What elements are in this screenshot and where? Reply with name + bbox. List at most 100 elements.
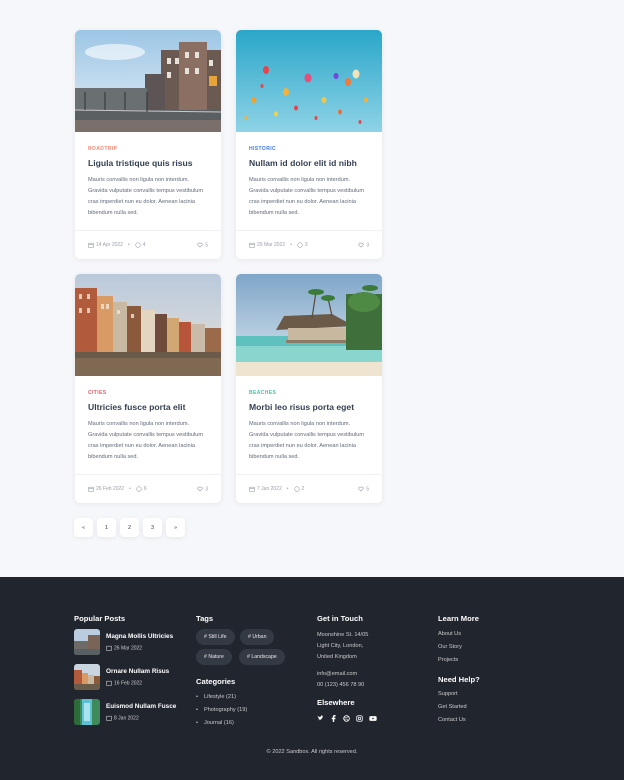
- comment-icon: [135, 242, 141, 248]
- popular-post-item[interactable]: Euismod Nullam Fusce 8 Jan 2022: [74, 699, 176, 725]
- tag-still-life[interactable]: # Still Life: [196, 629, 235, 645]
- email-link[interactable]: info@email.com: [317, 669, 357, 680]
- post-date: 29 Mar 2022: [257, 242, 286, 248]
- popular-post-title[interactable]: Magna Mollis Ultricies: [106, 633, 173, 641]
- comment-icon: [293, 486, 300, 492]
- footer-link-contact[interactable]: Contact Us: [438, 717, 466, 723]
- address-line: United Kingdom: [317, 654, 357, 660]
- pagination-prev-button[interactable]: «: [74, 518, 93, 537]
- calendar-icon: [106, 715, 112, 721]
- popular-post-thumb[interactable]: [74, 629, 100, 655]
- popular-post-title[interactable]: Euismod Nullam Fusce: [106, 703, 176, 711]
- post-card[interactable]: Beaches Morbi leo risus porta eget Mauri…: [236, 274, 382, 503]
- post-likes-count: 5: [366, 486, 369, 493]
- dribbble-icon[interactable]: [343, 715, 350, 722]
- popular-post-thumb[interactable]: [74, 664, 100, 690]
- post-card[interactable]: Historic Nullam id dolor elit id nibh Ma…: [236, 30, 382, 259]
- comment-icon: [136, 486, 142, 492]
- heart-icon: [358, 486, 364, 492]
- pagination-page-button[interactable]: 3: [143, 518, 162, 537]
- post-comments[interactable]: 6: [144, 486, 147, 492]
- post-excerpt: Mauris convallis non ligula non interdum…: [249, 177, 365, 216]
- footer-heading-categories: Categories: [196, 677, 236, 686]
- post-meta: 7 Jan 2022 • 2 5: [236, 474, 382, 503]
- tag-landscape[interactable]: # Landscape: [239, 649, 285, 665]
- comment-icon: [297, 242, 303, 248]
- popular-post-title[interactable]: Ornare Nullam Risus: [106, 668, 169, 676]
- post-image-canal-houses[interactable]: [75, 274, 221, 376]
- footer-link-projects[interactable]: Projects: [438, 657, 458, 663]
- meta-separator: •: [129, 486, 131, 492]
- calendar-icon: [88, 486, 94, 492]
- address-line: Moonshine St. 14/05: [317, 632, 369, 638]
- calendar-icon: [88, 242, 94, 248]
- post-meta: 14 Apr 2022 • 4 5: [75, 230, 221, 259]
- popular-post-item[interactable]: Ornare Nullam Risus 16 Feb 2022: [74, 664, 169, 690]
- footer-link-get-started[interactable]: Get Started: [438, 704, 467, 710]
- category-item[interactable]: Photography (19): [196, 704, 247, 717]
- phone-number: 00 (123) 456 78 90: [317, 682, 365, 688]
- post-image-beach[interactable]: [236, 274, 382, 376]
- calendar-icon: [249, 242, 255, 248]
- post-category[interactable]: Roadtrip: [88, 146, 208, 152]
- footer-heading-help: Need Help?: [438, 675, 480, 684]
- post-likes[interactable]: 5: [358, 486, 369, 492]
- tag-nature[interactable]: # Nature: [196, 649, 232, 665]
- meta-separator: •: [290, 242, 292, 248]
- post-image-balloons[interactable]: [236, 30, 382, 132]
- post-likes-count: 3: [366, 242, 369, 249]
- facebook-icon[interactable]: [330, 715, 337, 722]
- post-meta: 26 Feb 2022 • 6 3: [75, 474, 221, 503]
- pagination: « 1 2 3 »: [74, 518, 185, 537]
- heart-icon: [197, 486, 203, 492]
- meta-separator: •: [127, 242, 130, 248]
- pagination-next-button[interactable]: »: [166, 518, 185, 537]
- post-title[interactable]: Ultricies fusce porta elit: [88, 402, 208, 412]
- heart-icon: [197, 242, 203, 248]
- post-date: 26 Feb 2022: [96, 486, 125, 492]
- post-likes[interactable]: 5: [197, 242, 208, 248]
- tag-urban[interactable]: # Urban: [240, 629, 275, 645]
- popular-post-date: 26 Mar 2022: [106, 645, 173, 651]
- copyright: © 2022 Sandbox. All rights reserved.: [266, 749, 358, 755]
- youtube-icon[interactable]: [369, 715, 377, 722]
- post-likes[interactable]: 3: [197, 486, 208, 492]
- post-comments[interactable]: 2: [302, 486, 305, 492]
- footer-link-support[interactable]: Support: [438, 691, 458, 697]
- post-category[interactable]: Historic: [249, 146, 369, 152]
- category-item[interactable]: Journal (16): [196, 717, 247, 730]
- post-card[interactable]: Roadtrip Ligula tristique quis risus Mau…: [75, 30, 221, 259]
- post-excerpt: Mauris convallis non ligula non interdum…: [88, 421, 204, 460]
- post-title[interactable]: Nullam id dolor elit id nibh: [249, 158, 369, 168]
- address-line: Light City, London,: [317, 643, 364, 649]
- popular-post-date: 16 Feb 2022: [106, 680, 169, 686]
- popular-post-item[interactable]: Magna Mollis Ultricies 26 Mar 2022: [74, 629, 173, 655]
- instagram-icon[interactable]: [356, 715, 363, 722]
- post-likes[interactable]: 3: [358, 242, 369, 248]
- post-category[interactable]: Beaches: [249, 390, 369, 396]
- footer-link-about[interactable]: About Us: [438, 631, 461, 637]
- post-category[interactable]: Cities: [88, 390, 208, 396]
- footer-link-story[interactable]: Our Story: [438, 644, 462, 650]
- post-card[interactable]: Cities Ultricies fusce porta elit Mauris…: [75, 274, 221, 503]
- popular-post-date: 8 Jan 2022: [106, 715, 176, 721]
- post-meta: 29 Mar 2022 • 3 3: [236, 230, 382, 259]
- pagination-page-button[interactable]: 2: [120, 518, 139, 537]
- post-title[interactable]: Morbi leo risus porta eget: [249, 402, 369, 412]
- calendar-icon: [249, 486, 255, 492]
- post-image-city[interactable]: [75, 30, 221, 132]
- calendar-icon: [106, 680, 112, 686]
- post-comments[interactable]: 3: [305, 242, 308, 248]
- twitter-icon[interactable]: [317, 715, 324, 722]
- post-date: 14 Apr 2022: [96, 242, 123, 248]
- social-links: [317, 715, 377, 722]
- pagination-page-button[interactable]: 1: [97, 518, 116, 537]
- post-comments[interactable]: 4: [143, 242, 146, 248]
- category-item[interactable]: Lifestyle (21): [196, 691, 247, 704]
- footer-heading-touch: Get in Touch: [317, 614, 363, 623]
- post-date: 7 Jan 2022: [257, 486, 282, 492]
- post-likes-count: 5: [205, 242, 208, 249]
- footer-heading-elsewhere: Elsewhere: [317, 698, 355, 707]
- post-title[interactable]: Ligula tristique quis risus: [88, 158, 208, 168]
- popular-post-thumb[interactable]: [74, 699, 100, 725]
